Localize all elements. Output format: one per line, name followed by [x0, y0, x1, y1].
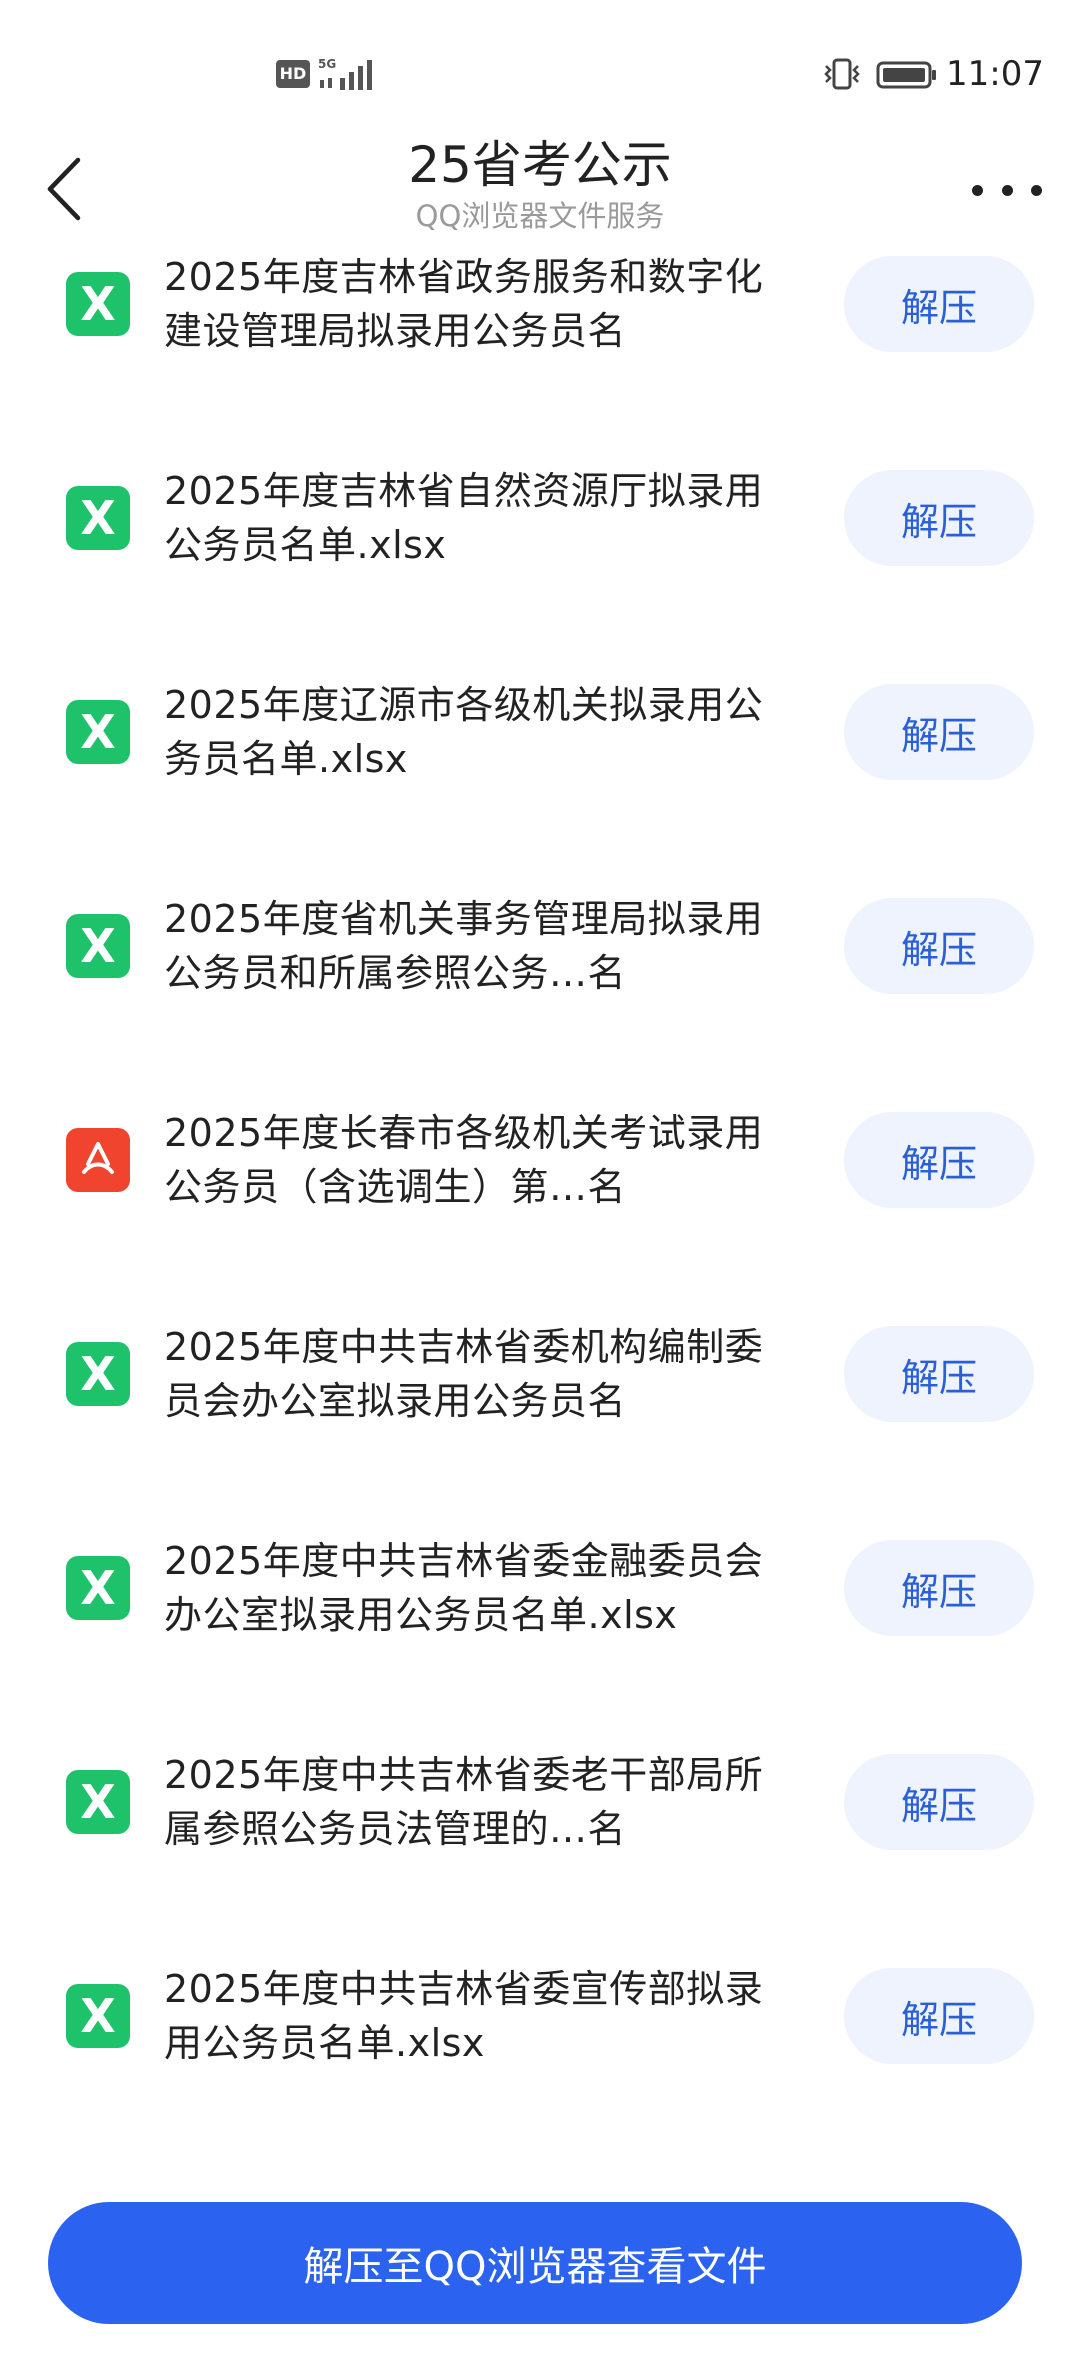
list-item[interactable]: 2025年度长春市各级机关考试录用公务员（含选调生）第…名 解压: [0, 1060, 1080, 1260]
unzip-button[interactable]: 解压: [844, 1754, 1034, 1850]
hd-indicator: HD: [276, 60, 310, 88]
file-name: 2025年度吉林省自然资源厅拟录用公务员名单.xlsx: [164, 469, 764, 567]
unzip-button[interactable]: 解压: [844, 1326, 1034, 1422]
excel-icon: X: [66, 1770, 130, 1834]
list-item[interactable]: X 2025年度吉林省政务服务和数字化建设管理局拟录用公务员名 解压: [0, 250, 1080, 404]
unzip-button[interactable]: 解压: [844, 470, 1034, 566]
excel-icon: X: [66, 700, 130, 764]
unzip-button[interactable]: 解压: [844, 256, 1034, 352]
list-item[interactable]: X 2025年度中共吉林省委老干部局所属参照公务员法管理的…名 解压: [0, 1702, 1080, 1902]
header: 25省考公示 QQ浏览器文件服务: [0, 130, 1080, 250]
clock: 11:07: [946, 54, 1044, 94]
more-dot: [1031, 184, 1042, 196]
excel-icon: X: [66, 1342, 130, 1406]
more-dot: [1001, 184, 1013, 196]
excel-icon: X: [66, 914, 130, 978]
excel-icon: X: [66, 272, 130, 336]
unzip-button[interactable]: 解压: [844, 1968, 1034, 2064]
pdf-glyph: [82, 1142, 114, 1174]
file-name: 2025年度中共吉林省委宣传部拟录用公务员名单.xlsx: [164, 1967, 764, 2065]
page-subtitle: QQ浏览器文件服务: [415, 199, 665, 233]
unzip-button[interactable]: 解压: [844, 684, 1034, 780]
list-item[interactable]: X 2025年度中共吉林省委金融委员会办公室拟录用公务员名单.xlsx 解压: [0, 1488, 1080, 1688]
unzip-button[interactable]: 解压: [844, 1540, 1034, 1636]
excel-icon: X: [66, 486, 130, 550]
list-item[interactable]: X 2025年度中共吉林省委宣传部拟录用公务员名单.xlsx 解压: [0, 1916, 1080, 2116]
more-horizontal-icon: [972, 184, 983, 196]
battery-icon: [876, 61, 936, 89]
more-button[interactable]: [972, 160, 1042, 220]
list-item[interactable]: X 2025年度吉林省自然资源厅拟录用公务员名单.xlsx 解压: [0, 418, 1080, 618]
file-name: 2025年度中共吉林省委金融委员会办公室拟录用公务员名单.xlsx: [164, 1539, 764, 1637]
excel-icon: X: [66, 1984, 130, 2048]
vibrate-icon: [824, 58, 860, 90]
pdf-icon: [66, 1128, 130, 1192]
file-name: 2025年度辽源市各级机关拟录用公务员名单.xlsx: [164, 683, 764, 781]
excel-icon: X: [66, 1556, 130, 1620]
signal-icon: 5G: [318, 57, 372, 90]
file-name: 2025年度吉林省政务服务和数字化建设管理局拟录用公务员名: [164, 255, 764, 353]
file-name: 2025年度中共吉林省委老干部局所属参照公务员法管理的…名: [164, 1753, 764, 1851]
list-item[interactable]: X 2025年度中共吉林省委机构编制委员会办公室拟录用公务员名 解压: [0, 1274, 1080, 1474]
file-name: 2025年度中共吉林省委机构编制委员会办公室拟录用公务员名: [164, 1325, 764, 1423]
file-name: 2025年度长春市各级机关考试录用公务员（含选调生）第…名: [164, 1111, 764, 1209]
list-item[interactable]: X 2025年度省机关事务管理局拟录用公务员和所属参照公务…名 解压: [0, 846, 1080, 1046]
file-name: 2025年度省机关事务管理局拟录用公务员和所属参照公务…名: [164, 897, 764, 995]
status-bar: HD 5G 11:07: [0, 0, 1080, 140]
file-list: X 2025年度吉林省政务服务和数字化建设管理局拟录用公务员名 解压 X 202…: [0, 250, 1080, 2190]
page-title: 25省考公示: [408, 136, 672, 194]
list-item[interactable]: X 2025年度辽源市各级机关拟录用公务员名单.xlsx 解压: [0, 632, 1080, 832]
unzip-button[interactable]: 解压: [844, 1112, 1034, 1208]
network-label: 5G: [318, 57, 336, 71]
unzip-to-browser-button[interactable]: 解压至QQ浏览器查看文件: [48, 2202, 1022, 2324]
unzip-button[interactable]: 解压: [844, 898, 1034, 994]
